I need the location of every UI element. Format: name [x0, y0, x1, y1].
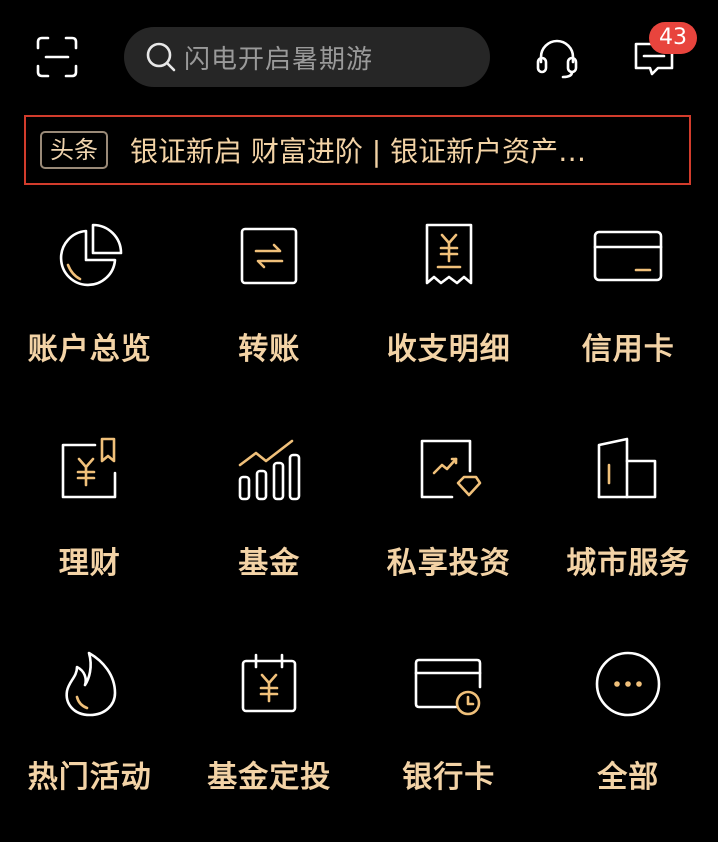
grid-item-credit-card[interactable]: 信用卡 [539, 200, 718, 414]
city-buildings-icon [592, 434, 664, 506]
calendar-yen-icon [233, 648, 305, 720]
grid-item-transaction-details[interactable]: 收支明细 [359, 200, 539, 414]
credit-card-icon [592, 220, 664, 292]
function-grid: 账户总览 转账 [0, 200, 718, 842]
grid-item-label: 城市服务 [566, 538, 690, 582]
grid-item-fund[interactable]: 基金 [180, 414, 360, 628]
wealth-icon [54, 434, 126, 506]
grid-item-label: 银行卡 [402, 752, 495, 796]
grid-item-fund-investment-plan[interactable]: 基金定投 [180, 628, 360, 842]
grid-item-account-overview[interactable]: 账户总览 [0, 200, 180, 414]
grid-item-label: 全部 [597, 752, 659, 796]
headline-text[interactable]: 银证新启 财富进阶 | 银证新户资产… [130, 130, 650, 170]
headline-tag: 头条 [40, 131, 108, 169]
grid-item-label: 基金 [238, 538, 300, 582]
search-placeholder: 闪电开启暑期游 [184, 39, 373, 76]
grid-item-wealth-management[interactable]: 理财 [0, 414, 180, 628]
scan-button[interactable] [34, 34, 80, 80]
pie-chart-icon [54, 220, 126, 292]
receipt-icon [413, 220, 485, 292]
grid-item-label: 基金定投 [207, 752, 331, 796]
grid-item-label: 收支明细 [387, 324, 511, 368]
headline-banner[interactable]: 头条 银证新启 财富进阶 | 银证新户资产… [24, 115, 691, 185]
scan-icon [35, 35, 79, 79]
private-investment-icon [413, 434, 485, 506]
headset-icon [535, 36, 579, 80]
grid-item-popular-events[interactable]: 热门活动 [0, 628, 180, 842]
grid-item-city-services[interactable]: 城市服务 [539, 414, 718, 628]
grid-row: 理财 基金 [0, 414, 718, 628]
grid-item-label: 信用卡 [582, 324, 675, 368]
grid-item-label: 热门活动 [28, 752, 152, 796]
message-count-badge: 43 [649, 22, 697, 54]
grid-row: 账户总览 转账 [0, 200, 718, 414]
grid-item-transfer[interactable]: 转账 [180, 200, 360, 414]
grid-item-bank-card[interactable]: 银行卡 [359, 628, 539, 842]
search-icon [144, 40, 178, 74]
fund-chart-icon [233, 434, 305, 506]
grid-item-label: 账户总览 [28, 324, 152, 368]
grid-item-label: 私享投资 [387, 538, 511, 582]
flame-icon [54, 648, 126, 720]
top-bar: 闪电开启暑期游 43 [0, 0, 718, 112]
grid-item-label: 转账 [238, 324, 300, 368]
customer-service-button[interactable] [535, 36, 579, 80]
grid-row: 热门活动 基金定投 [0, 628, 718, 842]
transfer-icon [233, 220, 305, 292]
grid-item-all[interactable]: 全部 [539, 628, 718, 842]
more-icon [592, 648, 664, 720]
grid-item-private-investment[interactable]: 私享投资 [359, 414, 539, 628]
grid-item-label: 理财 [59, 538, 121, 582]
bank-card-clock-icon [413, 648, 485, 720]
search-bar[interactable]: 闪电开启暑期游 [124, 27, 490, 87]
